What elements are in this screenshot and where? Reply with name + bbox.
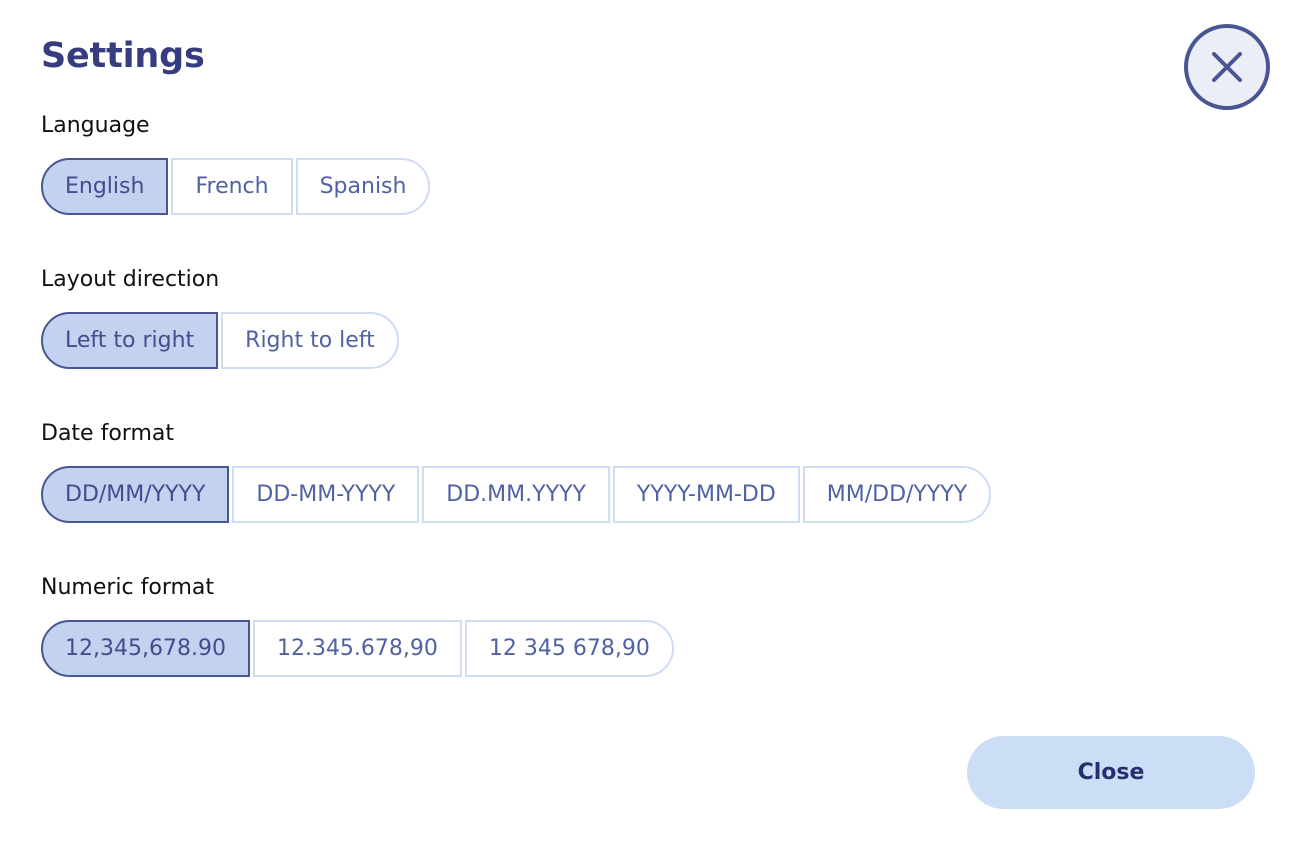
segment-date-format-0[interactable]: DD/MM/YYYY xyxy=(41,466,230,523)
close-icon-button[interactable] xyxy=(1184,24,1270,110)
segment-language-1[interactable]: French xyxy=(171,158,293,215)
section-numeric-format: Numeric format 12,345,678.90 12.345.678,… xyxy=(41,574,674,677)
segment-layout-direction-0[interactable]: Left to right xyxy=(41,312,219,369)
segmented-control-numeric-format: 12,345,678.90 12.345.678,90 12 345 678,9… xyxy=(41,620,674,677)
section-label-layout-direction: Layout direction xyxy=(41,267,220,292)
section-label-numeric-format: Numeric format xyxy=(41,575,215,600)
settings-dialog: Settings Language English French Spanish… xyxy=(0,0,1296,864)
page-title: Settings xyxy=(41,36,205,76)
segment-numeric-format-1[interactable]: 12.345.678,90 xyxy=(252,620,462,677)
dialog-header: Settings xyxy=(41,24,1270,110)
segment-language-2[interactable]: Spanish xyxy=(295,158,431,215)
segment-date-format-4[interactable]: MM/DD/YYYY xyxy=(802,466,992,523)
segment-language-0[interactable]: English xyxy=(41,158,169,215)
segment-date-format-3[interactable]: YYYY-MM-DD xyxy=(612,466,800,523)
segmented-control-date-format: DD/MM/YYYY DD-MM-YYYY DD.MM.YYYY YYYY-MM… xyxy=(41,466,992,523)
segmented-control-language: English French Spanish xyxy=(41,158,431,215)
section-date-format: Date format DD/MM/YYYY DD-MM-YYYY DD.MM.… xyxy=(41,420,992,523)
segment-date-format-2[interactable]: DD.MM.YYYY xyxy=(422,466,610,523)
close-button[interactable]: Close xyxy=(967,736,1255,809)
segment-numeric-format-2[interactable]: 12 345 678,90 xyxy=(464,620,674,677)
section-language: Language English French Spanish xyxy=(41,112,431,215)
segment-date-format-1[interactable]: DD-MM-YYYY xyxy=(232,466,420,523)
section-label-language: Language xyxy=(41,113,150,138)
segment-layout-direction-1[interactable]: Right to left xyxy=(221,312,399,369)
close-icon xyxy=(1208,48,1246,86)
section-layout-direction: Layout direction Left to right Right to … xyxy=(41,266,399,369)
segment-numeric-format-0[interactable]: 12,345,678.90 xyxy=(41,620,250,677)
segmented-control-layout-direction: Left to right Right to left xyxy=(41,312,399,369)
section-label-date-format: Date format xyxy=(41,421,174,446)
dialog-footer: Close xyxy=(41,736,1255,809)
